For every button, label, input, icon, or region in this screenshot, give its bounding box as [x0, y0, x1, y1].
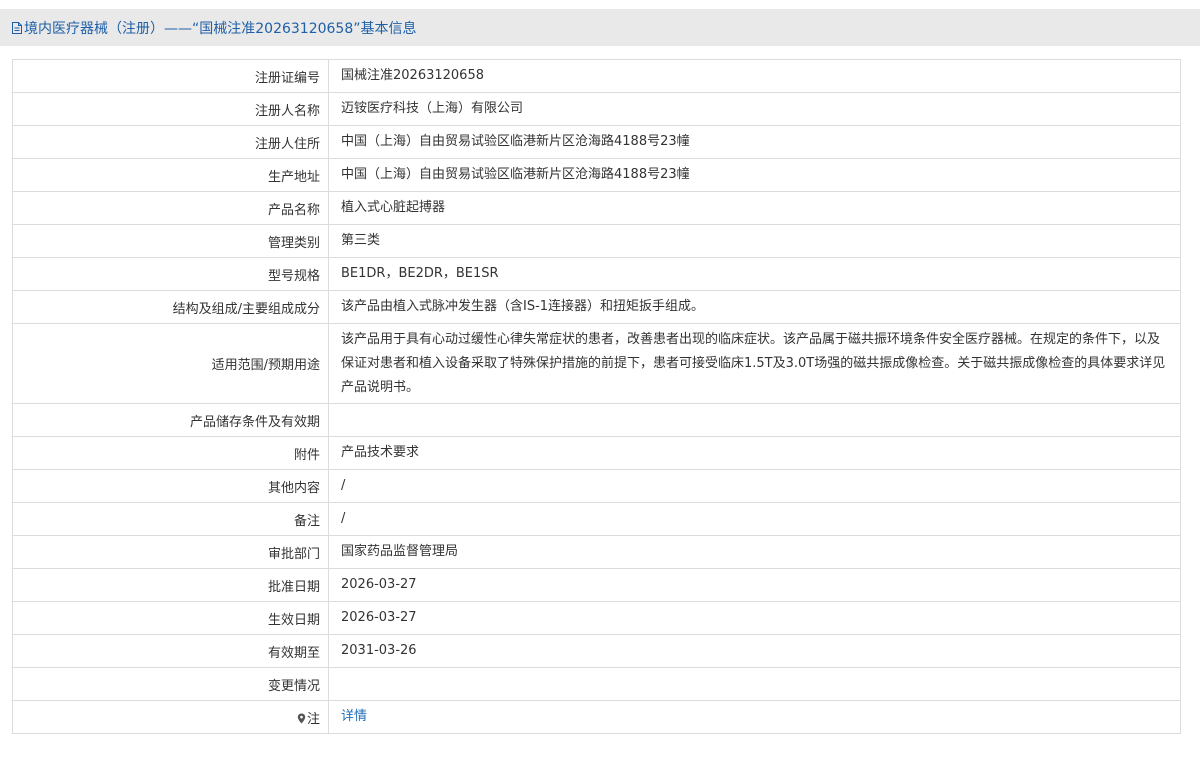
table-row: 生效日期 2026-03-27 [12, 601, 1181, 635]
row-value: 植入式心脏起搏器 [328, 191, 1181, 225]
row-value: BE1DR，BE2DR，BE1SR [328, 257, 1181, 291]
row-value: / [328, 502, 1181, 536]
table-row: 产品名称 植入式心脏起搏器 [12, 191, 1181, 225]
table-row: 其他内容 / [12, 469, 1181, 503]
page: 境内医疗器械（注册）——“国械注准20263120658”基本信息 注册证编号 … [0, 0, 1200, 767]
row-label: 适用范围/预期用途 [12, 323, 329, 404]
table-row: 结构及组成/主要组成成分 该产品由植入式脉冲发生器（含IS-1连接器）和扭矩扳手… [12, 290, 1181, 324]
row-value: 2026-03-27 [328, 601, 1181, 635]
row-value: 2026-03-27 [328, 568, 1181, 602]
row-label: 注册人名称 [12, 92, 329, 126]
row-value: / [328, 469, 1181, 503]
table-row: 型号规格 BE1DR，BE2DR，BE1SR [12, 257, 1181, 291]
row-value: 国家药品监督管理局 [328, 535, 1181, 569]
row-value [328, 667, 1181, 701]
location-pin-icon [297, 713, 306, 724]
table-row: 注册人名称 迈铵医疗科技（上海）有限公司 [12, 92, 1181, 126]
table-row: 注册证编号 国械注准20263120658 [12, 59, 1181, 93]
table-row: 批准日期 2026-03-27 [12, 568, 1181, 602]
row-label: 注册证编号 [12, 59, 329, 93]
row-label: 管理类别 [12, 224, 329, 258]
row-value: 迈铵医疗科技（上海）有限公司 [328, 92, 1181, 126]
row-label: 生效日期 [12, 601, 329, 635]
note-label: 注 [306, 711, 320, 727]
row-label: 有效期至 [12, 634, 329, 668]
note-value-cell: 详情 [328, 700, 1181, 734]
row-value: 2031-03-26 [328, 634, 1181, 668]
row-label: 产品名称 [12, 191, 329, 225]
row-label: 批准日期 [12, 568, 329, 602]
info-table: 注册证编号 国械注准20263120658 注册人名称 迈铵医疗科技（上海）有限… [12, 59, 1181, 734]
details-link[interactable]: 详情 [341, 709, 367, 724]
table-row: 适用范围/预期用途 该产品用于具有心动过缓性心律失常症状的患者，改善患者出现的临… [12, 323, 1181, 404]
row-value [328, 403, 1181, 437]
note-label-cell: 注 [12, 700, 329, 734]
table-row: 有效期至 2031-03-26 [12, 634, 1181, 668]
row-value: 第三类 [328, 224, 1181, 258]
info-table-container: 注册证编号 国械注准20263120658 注册人名称 迈铵医疗科技（上海）有限… [12, 59, 1181, 734]
note-row: 注 详情 [12, 700, 1181, 734]
table-row: 变更情况 [12, 667, 1181, 701]
table-row: 生产地址 中国（上海）自由贸易试验区临港新片区沧海路4188号23幢 [12, 158, 1181, 192]
row-label: 生产地址 [12, 158, 329, 192]
table-row: 注册人住所 中国（上海）自由贸易试验区临港新片区沧海路4188号23幢 [12, 125, 1181, 159]
table-row: 产品储存条件及有效期 [12, 403, 1181, 437]
page-title: 境内医疗器械（注册）——“国械注准20263120658”基本信息 [24, 20, 417, 37]
row-label: 其他内容 [12, 469, 329, 503]
row-label: 附件 [12, 436, 329, 470]
document-icon [12, 21, 22, 34]
row-label: 审批部门 [12, 535, 329, 569]
row-value: 产品技术要求 [328, 436, 1181, 470]
row-value: 该产品用于具有心动过缓性心律失常症状的患者，改善患者出现的临床症状。该产品属于磁… [328, 323, 1181, 404]
page-header: 境内医疗器械（注册）——“国械注准20263120658”基本信息 [0, 9, 1200, 46]
row-label: 变更情况 [12, 667, 329, 701]
table-row: 管理类别 第三类 [12, 224, 1181, 258]
row-value: 国械注准20263120658 [328, 59, 1181, 93]
table-row: 备注 / [12, 502, 1181, 536]
row-label: 型号规格 [12, 257, 329, 291]
table-row: 审批部门 国家药品监督管理局 [12, 535, 1181, 569]
row-label: 注册人住所 [12, 125, 329, 159]
row-value: 该产品由植入式脉冲发生器（含IS-1连接器）和扭矩扳手组成。 [328, 290, 1181, 324]
row-label: 备注 [12, 502, 329, 536]
row-label: 产品储存条件及有效期 [12, 403, 329, 437]
row-value: 中国（上海）自由贸易试验区临港新片区沧海路4188号23幢 [328, 158, 1181, 192]
row-label: 结构及组成/主要组成成分 [12, 290, 329, 324]
row-value: 中国（上海）自由贸易试验区临港新片区沧海路4188号23幢 [328, 125, 1181, 159]
table-row: 附件 产品技术要求 [12, 436, 1181, 470]
